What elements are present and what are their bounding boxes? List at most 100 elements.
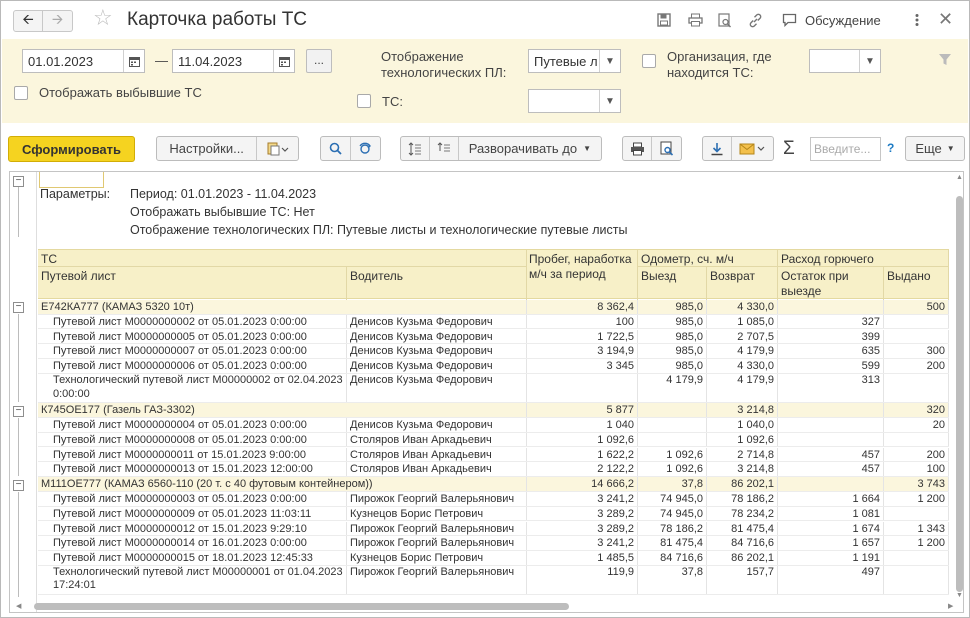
collapse-all-button[interactable] [430,137,459,160]
waybill-row[interactable]: Путевой лист М0000000015 от 18.01.2023 1… [38,551,949,566]
scroll-up-icon[interactable]: ▲ [956,174,963,181]
waybill-row[interactable]: Путевой лист М0000000007 от 05.01.2023 0… [38,344,949,360]
waybill-row[interactable]: Технологический путевой лист М00000001 о… [38,565,949,595]
column-divider [883,462,884,476]
cell-ret: 1 092,6 [737,433,774,446]
expand-all-button[interactable] [401,137,430,160]
show-retired-checkbox[interactable] [14,86,28,100]
chevron-down-icon[interactable]: ▼ [859,50,880,72]
waybill-row[interactable]: Путевой лист М0000000013 от 15.01.2023 1… [38,462,949,477]
waybill-row[interactable]: Путевой лист М0000000002 от 05.01.2023 0… [38,314,949,330]
cell-dep: 985,0 [675,345,703,358]
column-divider [948,551,949,565]
save-icon[interactable] [656,12,672,28]
print-icon[interactable] [687,12,703,28]
scroll-left-icon[interactable]: ◀ [16,602,21,610]
calendar-icon[interactable] [123,50,144,72]
settings-button[interactable]: Настройки... [157,137,258,160]
generate-button[interactable]: Сформировать [8,136,135,162]
org-select[interactable]: ▼ [809,49,881,73]
header-departure: Выезд [641,269,677,283]
vertical-scroll-thumb[interactable] [956,196,963,592]
column-divider [777,565,778,594]
cell-dep [638,418,706,432]
variants-button[interactable] [257,137,298,160]
column-divider [777,359,778,373]
show-retired-label: Отображать выбывшие ТС [39,85,202,100]
sum-input[interactable]: Введите... [810,137,881,161]
date-to-field[interactable]: 11.04.2023 [172,49,295,73]
tech-display-select[interactable]: Путевые л ▼ [528,49,621,73]
chat-icon[interactable] [781,12,797,28]
vehicle-group-row[interactable]: Е742КА777 (КАМАЗ 5320 10т) 8 362,4 985,0 4 … [38,300,949,315]
waybill-row[interactable]: Путевой лист М0000000006 от 05.01.2023 0… [38,359,949,374]
column-divider [948,477,949,491]
close-icon[interactable]: ✕ [938,9,953,30]
cell-driver: Столяров Иван Аркадьевич [350,463,492,476]
horizontal-scrollbar[interactable]: ◀ ▶ [16,601,953,611]
collapse-icon[interactable]: − [13,480,24,491]
column-divider [706,359,707,373]
column-divider [346,329,347,344]
column-divider [948,300,949,314]
send-email-button[interactable] [732,137,773,160]
cell-driver: Денисов Кузьма Федорович [350,360,493,373]
ts-select[interactable]: ▼ [528,89,621,113]
collapse-icon[interactable]: − [13,406,24,417]
cell-name: Путевой лист М0000000015 от 18.01.2023 1… [53,552,313,565]
waybill-row[interactable]: Технологический путевой лист М00000002 о… [38,374,949,403]
org-checkbox[interactable] [642,54,656,68]
waybill-row[interactable]: Путевой лист М0000000009 от 05.01.2023 1… [38,506,949,522]
active-cell[interactable] [39,172,104,188]
more-button[interactable]: Еще ▼ [905,136,965,161]
period-select-button[interactable]: ... [306,49,332,73]
print-preview-icon[interactable] [717,12,733,28]
waybill-row[interactable]: Путевой лист М0000000003 от 05.01.2023 0… [38,491,949,507]
search-button[interactable] [321,137,351,160]
column-divider [883,551,884,565]
filter-icon[interactable] [938,53,952,69]
waybill-row[interactable]: Путевой лист М0000000012 от 15.01.2023 9… [38,521,949,537]
org-label: Организация, где находится ТС: [667,49,772,80]
help-button[interactable]: ? [887,141,894,155]
link-icon[interactable] [747,12,763,28]
vehicle-group-row[interactable]: М111ОЕ777 (КАМАЗ 6560-110 (20 т. с 40 фу… [38,477,949,492]
waybill-row[interactable]: Путевой лист М0000000008 от 05.01.2023 0… [38,432,949,448]
horizontal-scroll-thumb[interactable] [34,603,569,610]
waybill-row[interactable]: Путевой лист М0000000011 от 15.01.2023 9… [38,447,949,463]
report-spreadsheet[interactable]: − − − − Параметры: Период: 01.01.2023 - … [9,171,964,613]
scroll-right-icon[interactable]: ▶ [948,602,953,610]
favorite-star-icon[interactable]: ☆ [93,7,113,29]
chevron-down-icon[interactable]: ▼ [599,90,620,112]
ts-checkbox[interactable] [357,94,371,108]
discussion-button[interactable]: Обсуждение [805,13,881,28]
grouping-group: Разворачивать до ▼ [400,136,602,161]
waybill-row[interactable]: Путевой лист М0000000005 от 05.01.2023 0… [38,329,949,345]
print-group [622,136,682,161]
vehicle-group-row[interactable]: К745ОЕ177 (Газель ГАЗ-3302) 5 877 3 214,8 3… [38,403,949,418]
cell-ret: 4 179,9 [737,374,774,386]
cell-driver: Пирожок Георгий Валерьянович [350,522,515,535]
save-to-file-button[interactable] [703,137,732,160]
vertical-scrollbar[interactable]: ▲ ▼ [954,172,963,600]
chevron-down-icon[interactable]: ▼ [599,50,620,72]
search-next-button[interactable] [351,137,380,160]
expand-to-button[interactable]: Разворачивать до ▼ [459,137,601,160]
sum-icon[interactable]: Σ [783,138,795,160]
column-divider [346,536,347,550]
waybill-row[interactable]: Путевой лист М0000000004 от 05.01.2023 0… [38,417,949,433]
collapse-icon[interactable]: − [13,302,24,313]
back-button[interactable]: 🡨 [13,10,43,32]
params-line: Период: 01.01.2023 - 11.04.2023 [130,187,317,201]
more-vertical-icon[interactable] [909,12,925,28]
waybill-row[interactable]: Путевой лист М0000000014 от 16.01.2023 0… [38,536,949,551]
calendar-icon[interactable] [273,50,294,72]
print-button[interactable] [623,137,653,160]
column-divider [706,417,707,432]
scroll-down-icon[interactable]: ▼ [956,592,963,599]
collapse-icon[interactable]: − [13,176,24,187]
print-preview-button[interactable] [652,137,681,160]
date-from-field[interactable]: 01.01.2023 [22,49,145,73]
cell-ret: 1 040,0 [737,418,774,431]
forward-button[interactable]: 🡪 [43,10,73,32]
